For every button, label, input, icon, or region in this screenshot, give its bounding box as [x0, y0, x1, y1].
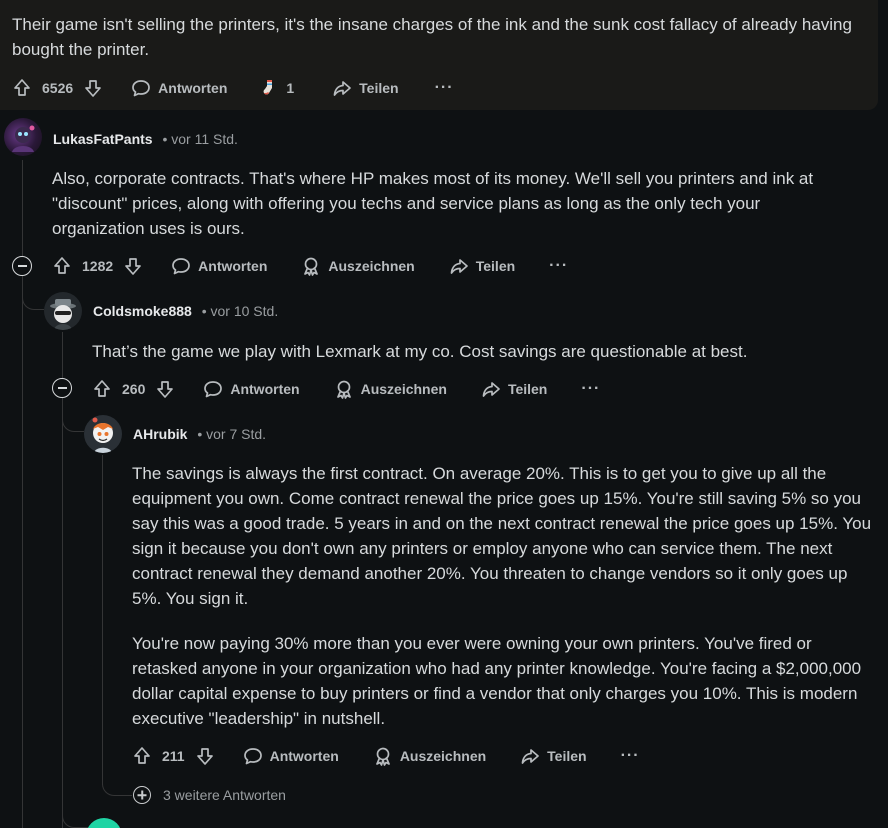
comment-timestamp: • vor 11 Std. — [162, 131, 238, 147]
award-button[interactable]: Auszeichnen — [334, 379, 447, 399]
comment-author-line: LukasFatPants • vor 11 Std. — [53, 131, 238, 147]
share-icon — [481, 379, 501, 399]
share-button[interactable]: Teilen — [449, 256, 515, 276]
more-options-button[interactable]: ··· — [621, 748, 640, 764]
share-label: Teilen — [507, 381, 548, 397]
thread-connector — [62, 404, 84, 432]
reply-button[interactable]: Antworten — [171, 256, 267, 276]
more-replies-button[interactable]: 3 weitere Antworten — [133, 786, 286, 804]
thread-line — [22, 276, 23, 828]
author-name[interactable]: AHrubik — [133, 426, 187, 442]
reply-label: Antworten — [158, 80, 228, 96]
share-label: Teilen — [359, 80, 399, 96]
reply-label: Antworten — [198, 258, 268, 274]
share-icon — [449, 256, 469, 276]
thread-line — [62, 398, 63, 828]
more-replies-label: 3 weitere Antworten — [163, 787, 286, 803]
comment-icon — [203, 379, 223, 399]
award-label: Auszeichnen — [399, 748, 487, 764]
parent-comment-text: Their game isn't selling the printers, i… — [12, 15, 852, 59]
vote-count: 211 — [162, 748, 185, 764]
author-name[interactable]: LukasFatPants — [53, 131, 153, 147]
award-button[interactable]: 1 — [259, 78, 294, 98]
author-name[interactable]: Coldsmoke888 — [93, 303, 192, 319]
downvote-icon[interactable] — [155, 379, 175, 399]
share-button[interactable]: Teilen — [332, 78, 399, 98]
parent-comment-card: Their game isn't selling the printers, i… — [0, 0, 878, 110]
reply-button[interactable]: Antworten — [243, 746, 339, 766]
upvote-icon[interactable] — [132, 746, 152, 766]
more-options-button[interactable]: ··· — [549, 258, 568, 274]
thread-connector — [62, 810, 90, 828]
share-label: Teilen — [475, 258, 516, 274]
upvote-icon[interactable] — [52, 256, 72, 276]
comment-paragraph-2: You're now paying 30% more than you ever… — [132, 634, 862, 728]
avatar[interactable] — [84, 415, 122, 453]
thread-line — [62, 332, 63, 378]
avatar[interactable] — [44, 292, 82, 330]
avatar[interactable] — [4, 118, 42, 156]
vote-count: 1282 — [82, 258, 114, 274]
comment-timestamp: • vor 7 Std. — [197, 426, 267, 442]
share-icon — [520, 746, 540, 766]
reply-button[interactable]: Antworten — [203, 379, 300, 399]
award-button[interactable]: Auszeichnen — [301, 256, 415, 276]
award-icon — [373, 746, 393, 766]
parent-comment-actions: 6526 Antworten 1 Teilen ··· — [12, 76, 454, 100]
award-label: Auszeichnen — [328, 258, 415, 274]
upvote-icon[interactable] — [12, 78, 32, 98]
sock-award-icon — [259, 78, 279, 98]
share-icon — [332, 78, 352, 98]
downvote-icon[interactable] — [123, 256, 143, 276]
upvote-icon[interactable] — [92, 379, 112, 399]
comment-author-line: Coldsmoke888 • vor 10 Std. — [93, 303, 278, 319]
plus-circle-icon — [133, 786, 151, 804]
share-button[interactable]: Teilen — [520, 746, 587, 766]
collapse-thread-button[interactable] — [52, 378, 72, 398]
comment-icon — [131, 78, 151, 98]
thread-line — [22, 160, 23, 256]
downvote-icon[interactable] — [195, 746, 215, 766]
vote-count: 260 — [122, 381, 146, 397]
collapse-thread-button[interactable] — [12, 256, 32, 276]
more-options-button[interactable]: ··· — [435, 80, 454, 96]
thread-connector — [22, 282, 44, 310]
award-label: Auszeichnen — [360, 381, 447, 397]
award-count: 1 — [286, 80, 295, 96]
comment-icon — [171, 256, 191, 276]
avatar[interactable] — [86, 818, 122, 828]
more-options-button[interactable]: ··· — [581, 381, 600, 397]
comment-timestamp: • vor 10 Std. — [201, 303, 279, 319]
vote-count: 6526 — [42, 80, 74, 96]
comment-text: That’s the game we play with Lexmark at … — [92, 342, 748, 361]
share-label: Teilen — [547, 748, 587, 764]
comment-actions: 260 Antworten Auszeichnen Teilen ··· — [92, 377, 600, 401]
downvote-icon[interactable] — [83, 78, 103, 98]
comment-author-line: AHrubik • vor 7 Std. — [133, 426, 266, 442]
share-button[interactable]: Teilen — [481, 379, 547, 399]
award-icon — [301, 256, 321, 276]
comment-actions: 211 Antworten Auszeichnen Teilen ··· — [132, 744, 640, 768]
comment-text: Also, corporate contracts. That's where … — [52, 169, 814, 238]
thread-connector — [102, 770, 132, 796]
award-icon — [334, 379, 354, 399]
comment-icon — [243, 746, 263, 766]
reply-label: Antworten — [230, 381, 300, 397]
reply-button[interactable]: Antworten — [131, 78, 227, 98]
comment-actions: 1282 Antworten Auszeichnen Teilen ··· — [52, 254, 568, 278]
thread-line — [102, 455, 103, 785]
comment-paragraph-1: The savings is always the first contract… — [132, 464, 872, 608]
award-button[interactable]: Auszeichnen — [373, 746, 486, 766]
reply-label: Antworten — [269, 748, 339, 764]
